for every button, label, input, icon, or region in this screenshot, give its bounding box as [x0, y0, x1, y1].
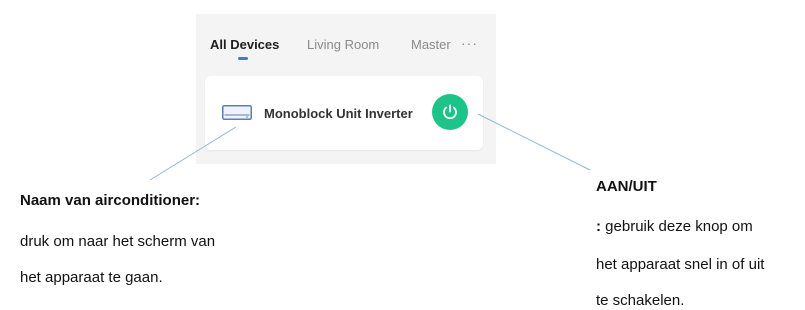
annotation-power-text-1-body: gebruik deze knop om — [601, 218, 753, 235]
annotation-name-text-2: het apparaat te gaan. — [20, 269, 163, 286]
annotation-power-title: AAN/UIT — [596, 178, 657, 195]
annotation-name-text-1: druk om naar het scherm van — [20, 233, 216, 250]
annotation-name-title: Naam van airconditioner: — [20, 192, 201, 209]
callout-line-power — [477, 113, 591, 171]
annotation-power-text-2: het apparaat snel in of uit — [596, 256, 765, 273]
annotation-power-text-3: te schakelen. — [596, 292, 685, 309]
annotation-power-text-1: : gebruik deze knop om — [596, 218, 753, 235]
callout-line-name — [149, 126, 237, 181]
